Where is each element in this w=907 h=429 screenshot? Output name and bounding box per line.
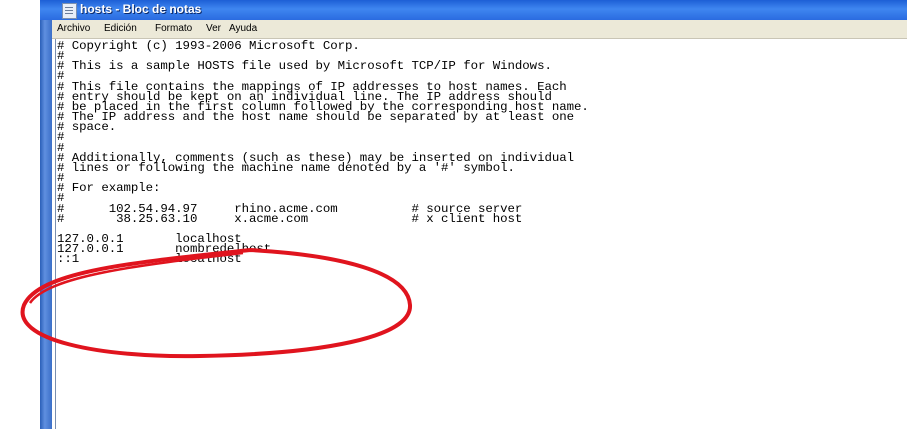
menu-archivo[interactable]: Archivo bbox=[57, 23, 90, 34]
editor-content[interactable]: # Copyright (c) 1993-2006 Microsoft Corp… bbox=[57, 40, 589, 266]
menu-bar: Archivo Edición Formato Ver Ayuda bbox=[52, 20, 907, 39]
window-frame-left bbox=[40, 0, 52, 429]
menu-ayuda[interactable]: Ayuda bbox=[229, 23, 257, 34]
window-title: hosts - Bloc de notas bbox=[80, 2, 202, 16]
background-strip bbox=[0, 0, 40, 429]
menu-edicion[interactable]: Edición bbox=[104, 23, 137, 34]
menu-formato[interactable]: Formato bbox=[155, 23, 192, 34]
notepad-icon bbox=[62, 3, 77, 19]
menu-ver[interactable]: Ver bbox=[206, 23, 221, 34]
editor-border bbox=[55, 39, 56, 429]
title-bar[interactable]: hosts - Bloc de notas bbox=[40, 0, 907, 20]
